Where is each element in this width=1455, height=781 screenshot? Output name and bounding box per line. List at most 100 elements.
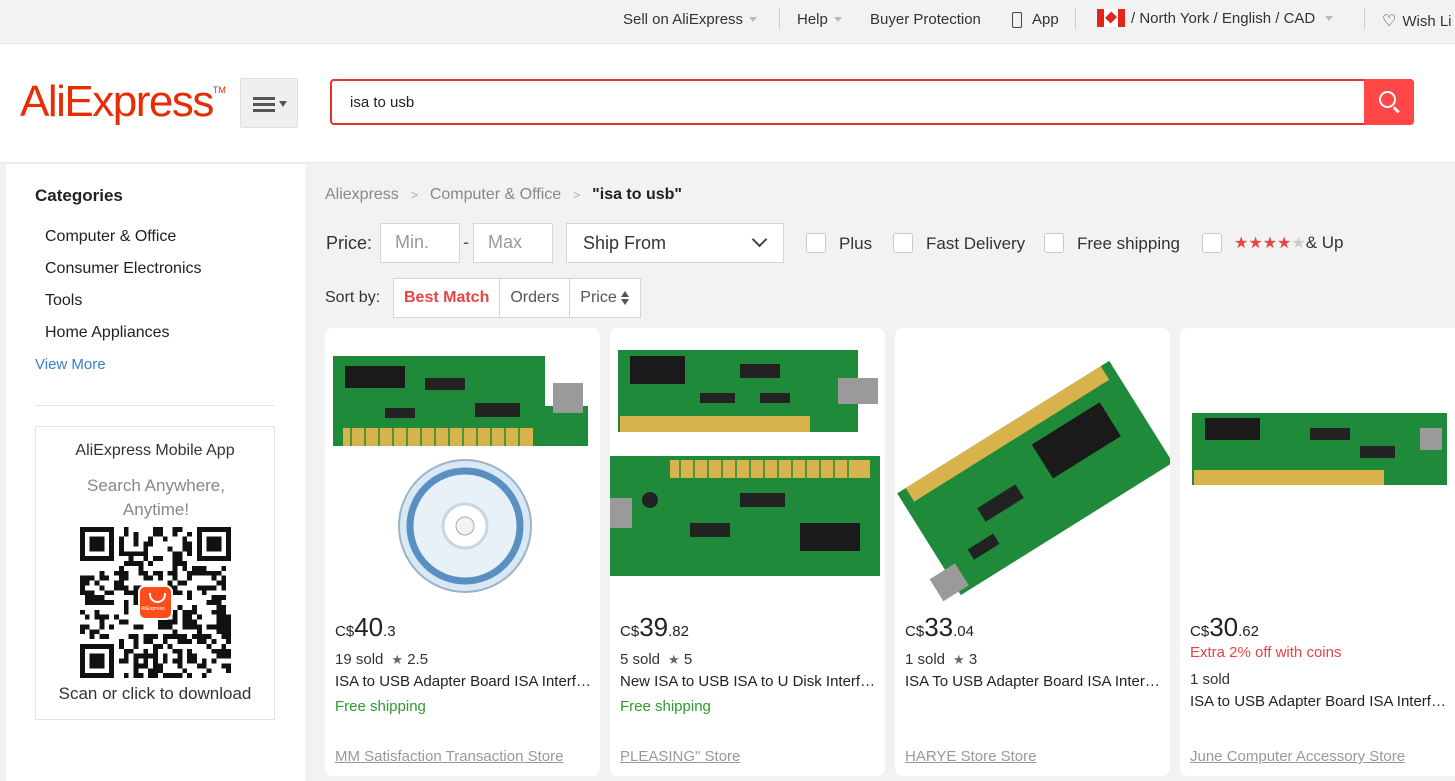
star-icon: ★ <box>953 652 965 667</box>
sidebar: Categories Computer & Office Consumer El… <box>6 164 305 781</box>
sold-count: 19 sold <box>335 651 384 668</box>
rating-checkbox[interactable] <box>1202 233 1222 253</box>
price-currency: C$ <box>335 623 355 640</box>
product-price: C$33.04 <box>905 612 974 643</box>
logo-text: AliExpress <box>20 77 214 126</box>
product-price: C$39.82 <box>620 612 689 643</box>
categories-title: Categories <box>35 186 123 205</box>
region-label: / North York / English / CAD <box>1131 9 1316 27</box>
chevron-right-icon: > <box>410 188 418 202</box>
qr-code[interactable] <box>80 527 231 678</box>
search-box <box>330 79 1414 125</box>
aliexpress-app-icon <box>138 585 173 620</box>
category-home-appliances[interactable]: Home Appliances <box>45 324 170 342</box>
ship-from-select[interactable]: Ship From <box>566 223 784 263</box>
heart-icon: ♡ <box>1382 13 1397 30</box>
aliexpress-logo[interactable]: AliExpressTM <box>20 77 226 127</box>
sort-options: Best Match Orders Price <box>393 278 641 318</box>
isa-card-with-cd-image <box>333 356 588 593</box>
price-label: Price: <box>326 233 373 253</box>
fast-delivery-checkbox[interactable] <box>893 233 913 253</box>
sell-on-aliexpress-link[interactable]: Sell on AliExpress <box>623 11 758 28</box>
sold-count: 1 sold <box>905 651 946 668</box>
chevron-down-icon <box>279 101 287 107</box>
sort-best-match[interactable]: Best Match <box>394 279 501 317</box>
sold-count: 1 sold <box>1190 671 1231 688</box>
plus-label: Plus <box>839 234 873 253</box>
rating-filter: ★★★★★& Up <box>1234 233 1344 253</box>
chevron-down-icon <box>1325 15 1334 21</box>
help-link[interactable]: Help <box>797 11 842 28</box>
view-more-link[interactable]: View More <box>35 356 106 373</box>
help-label: Help <box>797 11 828 28</box>
coins-discount: Extra 2% off with coins <box>1190 644 1342 661</box>
product-card[interactable]: C$30.62 Extra 2% off with coins 1 sold I… <box>1180 328 1455 776</box>
product-title[interactable]: ISA to USB Adapter Board ISA Interface C… <box>335 673 593 690</box>
sort-orders[interactable]: Orders <box>500 279 571 317</box>
rating-suffix: & Up <box>1305 233 1344 252</box>
chevron-right-icon: > <box>573 188 581 202</box>
trademark-icon: TM <box>212 85 226 95</box>
store-link[interactable]: PLEASING" Store <box>620 748 740 765</box>
app-promo-subtitle: Search Anywhere, Anytime! <box>87 476 225 519</box>
product-sold: 5 sold ★ 5 <box>620 651 692 668</box>
star-rating-icon: ★★★★★ <box>1234 235 1306 252</box>
product-title[interactable]: New ISA to USB ISA to U Disk Interface C… <box>620 673 878 690</box>
buyer-protection-label: Buyer Protection <box>870 11 981 28</box>
store-link[interactable]: MM Satisfaction Transaction Store <box>335 748 563 765</box>
app-link[interactable]: App <box>1012 11 1059 28</box>
product-card[interactable]: C$33.04 1 sold ★ 3 ISA To USB Adapter Boa… <box>895 328 1170 776</box>
sort-price-label: Price <box>580 289 617 306</box>
product-title[interactable]: ISA To USB Adapter Board ISA Interface C… <box>905 673 1163 690</box>
product-card[interactable]: C$39.82 5 sold ★ 5 New ISA to USB ISA to … <box>610 328 885 776</box>
search-input[interactable] <box>350 91 1340 113</box>
product-price: C$30.62 <box>1190 612 1259 643</box>
chevron-down-icon <box>749 17 758 22</box>
region-selector[interactable]: / North York / English / CAD <box>1097 9 1334 27</box>
breadcrumb-current: "isa to usb" <box>592 186 683 203</box>
category-tools[interactable]: Tools <box>45 292 82 310</box>
phone-icon <box>1012 11 1022 28</box>
store-link[interactable]: June Computer Accessory Store <box>1190 748 1405 765</box>
product-image[interactable] <box>325 328 600 603</box>
free-shipping-checkbox[interactable] <box>1044 233 1064 253</box>
plus-checkbox[interactable] <box>806 233 826 253</box>
breadcrumb-home[interactable]: Aliexpress <box>325 186 399 204</box>
app-download-text: Scan or click to download <box>58 684 252 703</box>
wishlist-link[interactable]: ♡ Wish Li <box>1382 11 1452 31</box>
price-integer: 33 <box>924 612 954 642</box>
categories-menu-button[interactable] <box>240 78 298 128</box>
star-icon: ★ <box>391 652 404 667</box>
product-image[interactable] <box>1180 328 1455 603</box>
category-computer-office[interactable]: Computer & Office <box>45 228 176 246</box>
price-currency: C$ <box>1190 623 1210 640</box>
product-card[interactable]: C$40.3 19 sold ★ 2.5 ISA to USB Adapter B… <box>325 328 600 776</box>
hamburger-icon <box>253 97 275 112</box>
product-title[interactable]: ISA to USB Adapter Board ISA Interface C… <box>1190 693 1448 710</box>
price-decimal: .3 <box>383 623 396 640</box>
free-shipping-tag: Free shipping <box>335 698 426 715</box>
free-shipping-label: Free shipping <box>1077 234 1181 253</box>
isa-card-small-image <box>1192 413 1447 485</box>
price-currency: C$ <box>620 623 640 640</box>
breadcrumb-category[interactable]: Computer & Office <box>430 186 561 204</box>
rating-value: 3 <box>968 651 978 668</box>
mobile-app-promo[interactable]: AliExpress Mobile App Search Anywhere, A… <box>35 426 275 720</box>
price-min-input[interactable]: Min. <box>380 223 460 263</box>
buyer-protection-link[interactable]: Buyer Protection <box>870 11 981 28</box>
ship-from-label: Ship From <box>583 233 667 253</box>
store-link[interactable]: HARYE Store Store <box>905 748 1036 765</box>
product-image[interactable] <box>610 328 885 603</box>
product-image[interactable] <box>895 328 1170 603</box>
star-icon: ★ <box>668 652 680 667</box>
header: AliExpressTM <box>0 44 1455 163</box>
price-decimal: .82 <box>668 623 689 640</box>
isa-card-angled-image <box>897 360 1170 602</box>
chevron-down-icon <box>833 17 842 22</box>
category-consumer-electronics[interactable]: Consumer Electronics <box>45 260 202 278</box>
top-bar: Sell on AliExpress Help Buyer Protection… <box>0 0 1455 44</box>
free-shipping-tag: Free shipping <box>620 698 711 715</box>
price-max-input[interactable]: Max <box>473 223 553 263</box>
search-button[interactable] <box>1364 79 1414 125</box>
sort-price[interactable]: Price <box>570 279 639 317</box>
